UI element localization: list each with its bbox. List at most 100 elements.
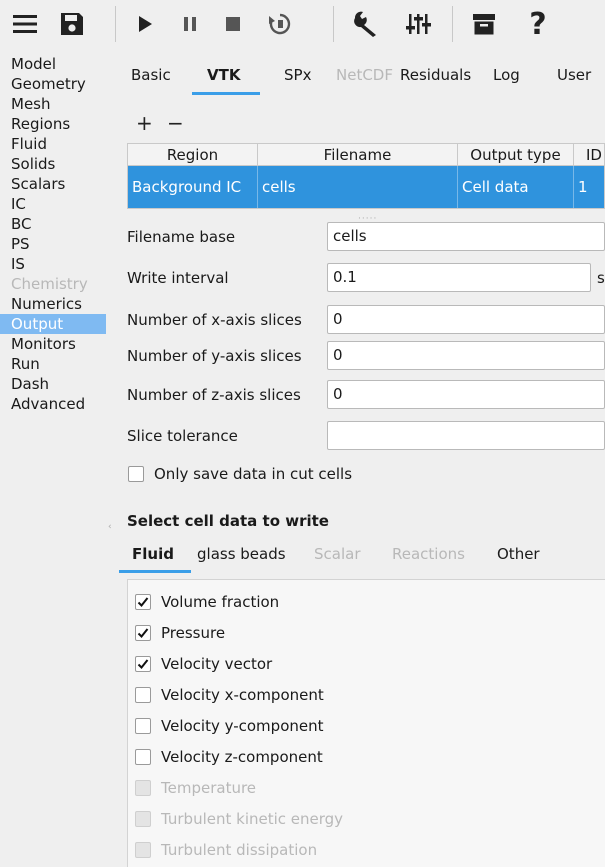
sidebar-item-bc[interactable]: BC (0, 214, 106, 234)
active-subtab-indicator (119, 570, 191, 573)
x-slices-input[interactable]: 0 (327, 305, 605, 334)
cell-output-type: Cell data (458, 166, 574, 208)
field-turbulent-dissipation-checkbox: Turbulent dissipation (135, 841, 317, 859)
sidebar-nav: Model Geometry Mesh Regions Fluid Solids Scala… (0, 48, 106, 867)
sidebar-item-dash[interactable]: Dash (0, 374, 106, 394)
field-label: Velocity x-component (161, 686, 324, 704)
sidebar-item-is[interactable]: IS (0, 254, 106, 274)
y-slices-label: Number of y-axis slices (127, 347, 302, 365)
field-velocity-y-component-checkbox[interactable]: Velocity y-component (135, 717, 324, 735)
cut-cells-checkbox[interactable]: Only save data in cut cells (128, 465, 352, 483)
tab-residuals[interactable]: Residuals (400, 66, 471, 84)
sidebar-item-ic[interactable]: IC (0, 194, 106, 214)
collapse-handle[interactable]: ‹ (108, 522, 112, 532)
reset-icon[interactable] (262, 4, 298, 44)
z-slices-input[interactable]: 0 (327, 380, 605, 409)
sidebar-item-ps[interactable]: PS (0, 234, 106, 254)
checkbox-box[interactable] (135, 749, 151, 765)
subtab-reactions: Reactions (392, 545, 465, 563)
sidebar-item-geometry[interactable]: Geometry (0, 74, 106, 94)
checkmark-icon (137, 659, 149, 669)
active-tab-indicator (192, 92, 260, 95)
subtab-glass-beads[interactable]: glass beads (197, 545, 286, 563)
column-header-output-type[interactable]: Output type (458, 144, 574, 166)
field-velocity-vector-checkbox[interactable]: Velocity vector (135, 655, 272, 673)
tab-spx[interactable]: SPx (284, 66, 311, 84)
cell-data-section-title: Select cell data to write (127, 512, 329, 530)
field-turbulent-kinetic-energy-checkbox: Turbulent kinetic energy (135, 810, 343, 828)
checkbox-box[interactable] (135, 687, 151, 703)
field-pressure-checkbox[interactable]: Pressure (135, 624, 225, 642)
field-label: Pressure (161, 624, 226, 642)
field-label: Turbulent dissipation (161, 841, 318, 859)
toolbar-separator (333, 6, 334, 42)
sidebar-item-fluid[interactable]: Fluid (0, 134, 106, 154)
checkbox-box (135, 780, 151, 796)
sidebar-item-mesh[interactable]: Mesh (0, 94, 106, 114)
sidebar-item-regions[interactable]: Regions (0, 114, 106, 134)
subtab-fluid[interactable]: Fluid (132, 545, 174, 563)
checkbox-box[interactable] (135, 594, 151, 610)
save-icon[interactable] (52, 4, 92, 44)
sidebar-item-model[interactable]: Model (0, 54, 106, 74)
checkbox-box[interactable] (135, 656, 151, 672)
x-slices-label: Number of x-axis slices (127, 311, 302, 329)
sidebar-item-run[interactable]: Run (0, 354, 106, 374)
write-interval-input[interactable]: 0.1 (327, 263, 591, 292)
checkbox-box[interactable] (135, 625, 151, 641)
help-icon[interactable]: ? (520, 4, 556, 44)
wrench-icon[interactable] (348, 4, 384, 44)
write-interval-unit: s (597, 269, 605, 287)
checkmark-icon (137, 628, 149, 638)
sidebar-item-advanced[interactable]: Advanced (0, 394, 106, 414)
sidebar-item-solids[interactable]: Solids (0, 154, 106, 174)
slice-tolerance-input[interactable] (327, 421, 605, 450)
sliders-icon[interactable] (400, 4, 436, 44)
checkbox-box[interactable] (128, 466, 144, 482)
tab-basic[interactable]: Basic (131, 66, 171, 84)
field-label: Temperature (161, 779, 257, 797)
subtab-scalar: Scalar (314, 545, 361, 563)
table-header: Region Filename Output type ID (128, 144, 604, 166)
y-slices-input[interactable]: 0 (327, 341, 605, 370)
subtab-other[interactable]: Other (497, 545, 540, 563)
z-slices-label: Number of z-axis slices (127, 386, 301, 404)
column-header-filename[interactable]: Filename (258, 144, 458, 166)
remove-button[interactable]: − (167, 111, 184, 135)
toolbar-separator (452, 6, 453, 42)
stop-icon[interactable] (218, 4, 248, 44)
field-label: Velocity vector (161, 655, 273, 673)
tab-user[interactable]: User (557, 66, 591, 84)
field-velocity-z-component-checkbox[interactable]: Velocity z-component (135, 748, 323, 766)
tab-log[interactable]: Log (493, 66, 520, 84)
checkbox-box (135, 811, 151, 827)
field-velocity-x-component-checkbox[interactable]: Velocity x-component (135, 686, 324, 704)
sidebar-item-monitors[interactable]: Monitors (0, 334, 106, 354)
field-label: Volume fraction (161, 593, 280, 611)
table-row[interactable]: Background IC cells Cell data 1 (128, 166, 604, 208)
play-icon[interactable] (130, 4, 160, 44)
menu-icon[interactable] (8, 4, 42, 44)
field-volume-fraction-checkbox[interactable]: Volume fraction (135, 593, 279, 611)
archive-icon[interactable] (466, 4, 502, 44)
field-label: Velocity z-component (161, 748, 323, 766)
write-interval-label: Write interval (127, 269, 229, 287)
toolbar-separator (115, 6, 116, 42)
checkbox-box (135, 842, 151, 858)
field-label: Turbulent kinetic energy (161, 810, 344, 828)
cell-region: Background IC (128, 166, 258, 208)
tab-vtk[interactable]: VTK (207, 66, 240, 84)
sidebar-item-output[interactable]: Output (0, 314, 106, 334)
field-label: Velocity y-component (161, 717, 324, 735)
field-temperature-checkbox: Temperature (135, 779, 256, 797)
sidebar-item-scalars[interactable]: Scalars (0, 174, 106, 194)
filename-base-input[interactable]: cells (327, 222, 605, 251)
column-header-region[interactable]: Region (128, 144, 258, 166)
checkbox-box[interactable] (135, 718, 151, 734)
cell-filename: cells (258, 166, 458, 208)
sidebar-item-numerics[interactable]: Numerics (0, 294, 106, 314)
add-button[interactable]: + (136, 111, 153, 135)
column-header-id[interactable]: ID (574, 144, 604, 166)
pause-icon[interactable] (175, 4, 205, 44)
cell-id: 1 (578, 178, 588, 196)
